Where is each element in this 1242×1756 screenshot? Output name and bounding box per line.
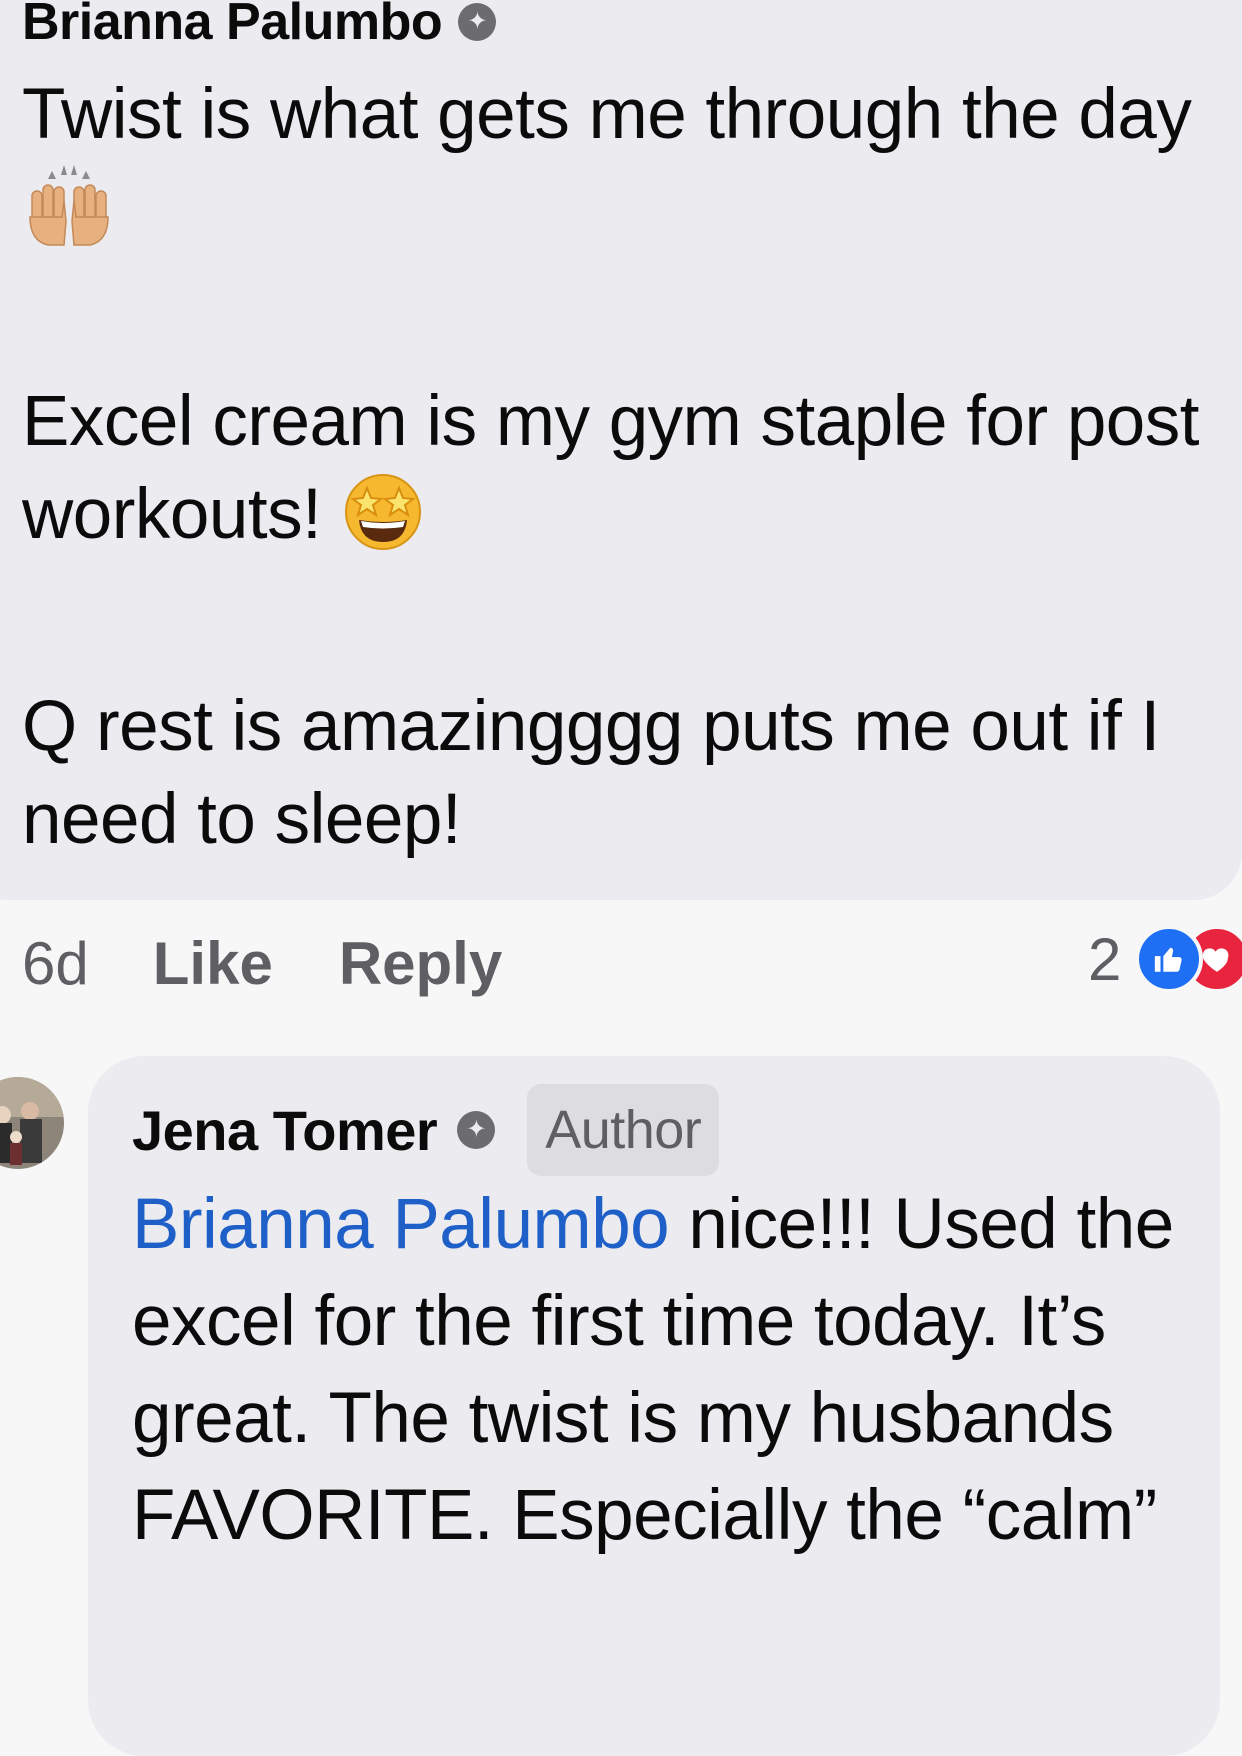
star-struck-icon [343,472,423,575]
reactions-summary[interactable]: 2 [1088,924,1242,994]
reaction-count: 2 [1088,925,1122,993]
avatar[interactable] [0,1077,64,1169]
comment-paragraph-2: Excel cream is my gym staple for post wo… [22,375,1222,575]
like-button[interactable]: Like [153,929,273,998]
thumbs-up-reaction-icon [1135,925,1204,993]
comment-actions: 6d Like Reply [22,928,502,998]
reply-button[interactable]: Reply [339,929,502,998]
comment-timestamp[interactable]: 6d [22,929,89,998]
comment-author-name[interactable]: Brianna Palumbo [22,0,443,52]
reply-text: Brianna Palumbo nice!!! Used the excel f… [132,1176,1192,1564]
mention-link[interactable]: Brianna Palumbo [132,1185,670,1264]
comment-paragraph-1: Twist is what gets me through the day [22,68,1222,272]
raising-hands-icon [26,161,112,272]
author-tag-badge: Author [527,1084,720,1176]
comment-author-row: Brianna Palumbo ✦ [22,0,497,52]
comment-paragraph-3: Q rest is amazingggg puts me out if I ne… [22,687,1160,859]
reply-author-row: Jena Tomer ✦ Author [132,1082,720,1178]
reply-author-name[interactable]: Jena Tomer [132,1098,438,1163]
verified-badge-icon: ✦ [457,1111,496,1149]
verified-badge-icon: ✦ [458,3,497,41]
